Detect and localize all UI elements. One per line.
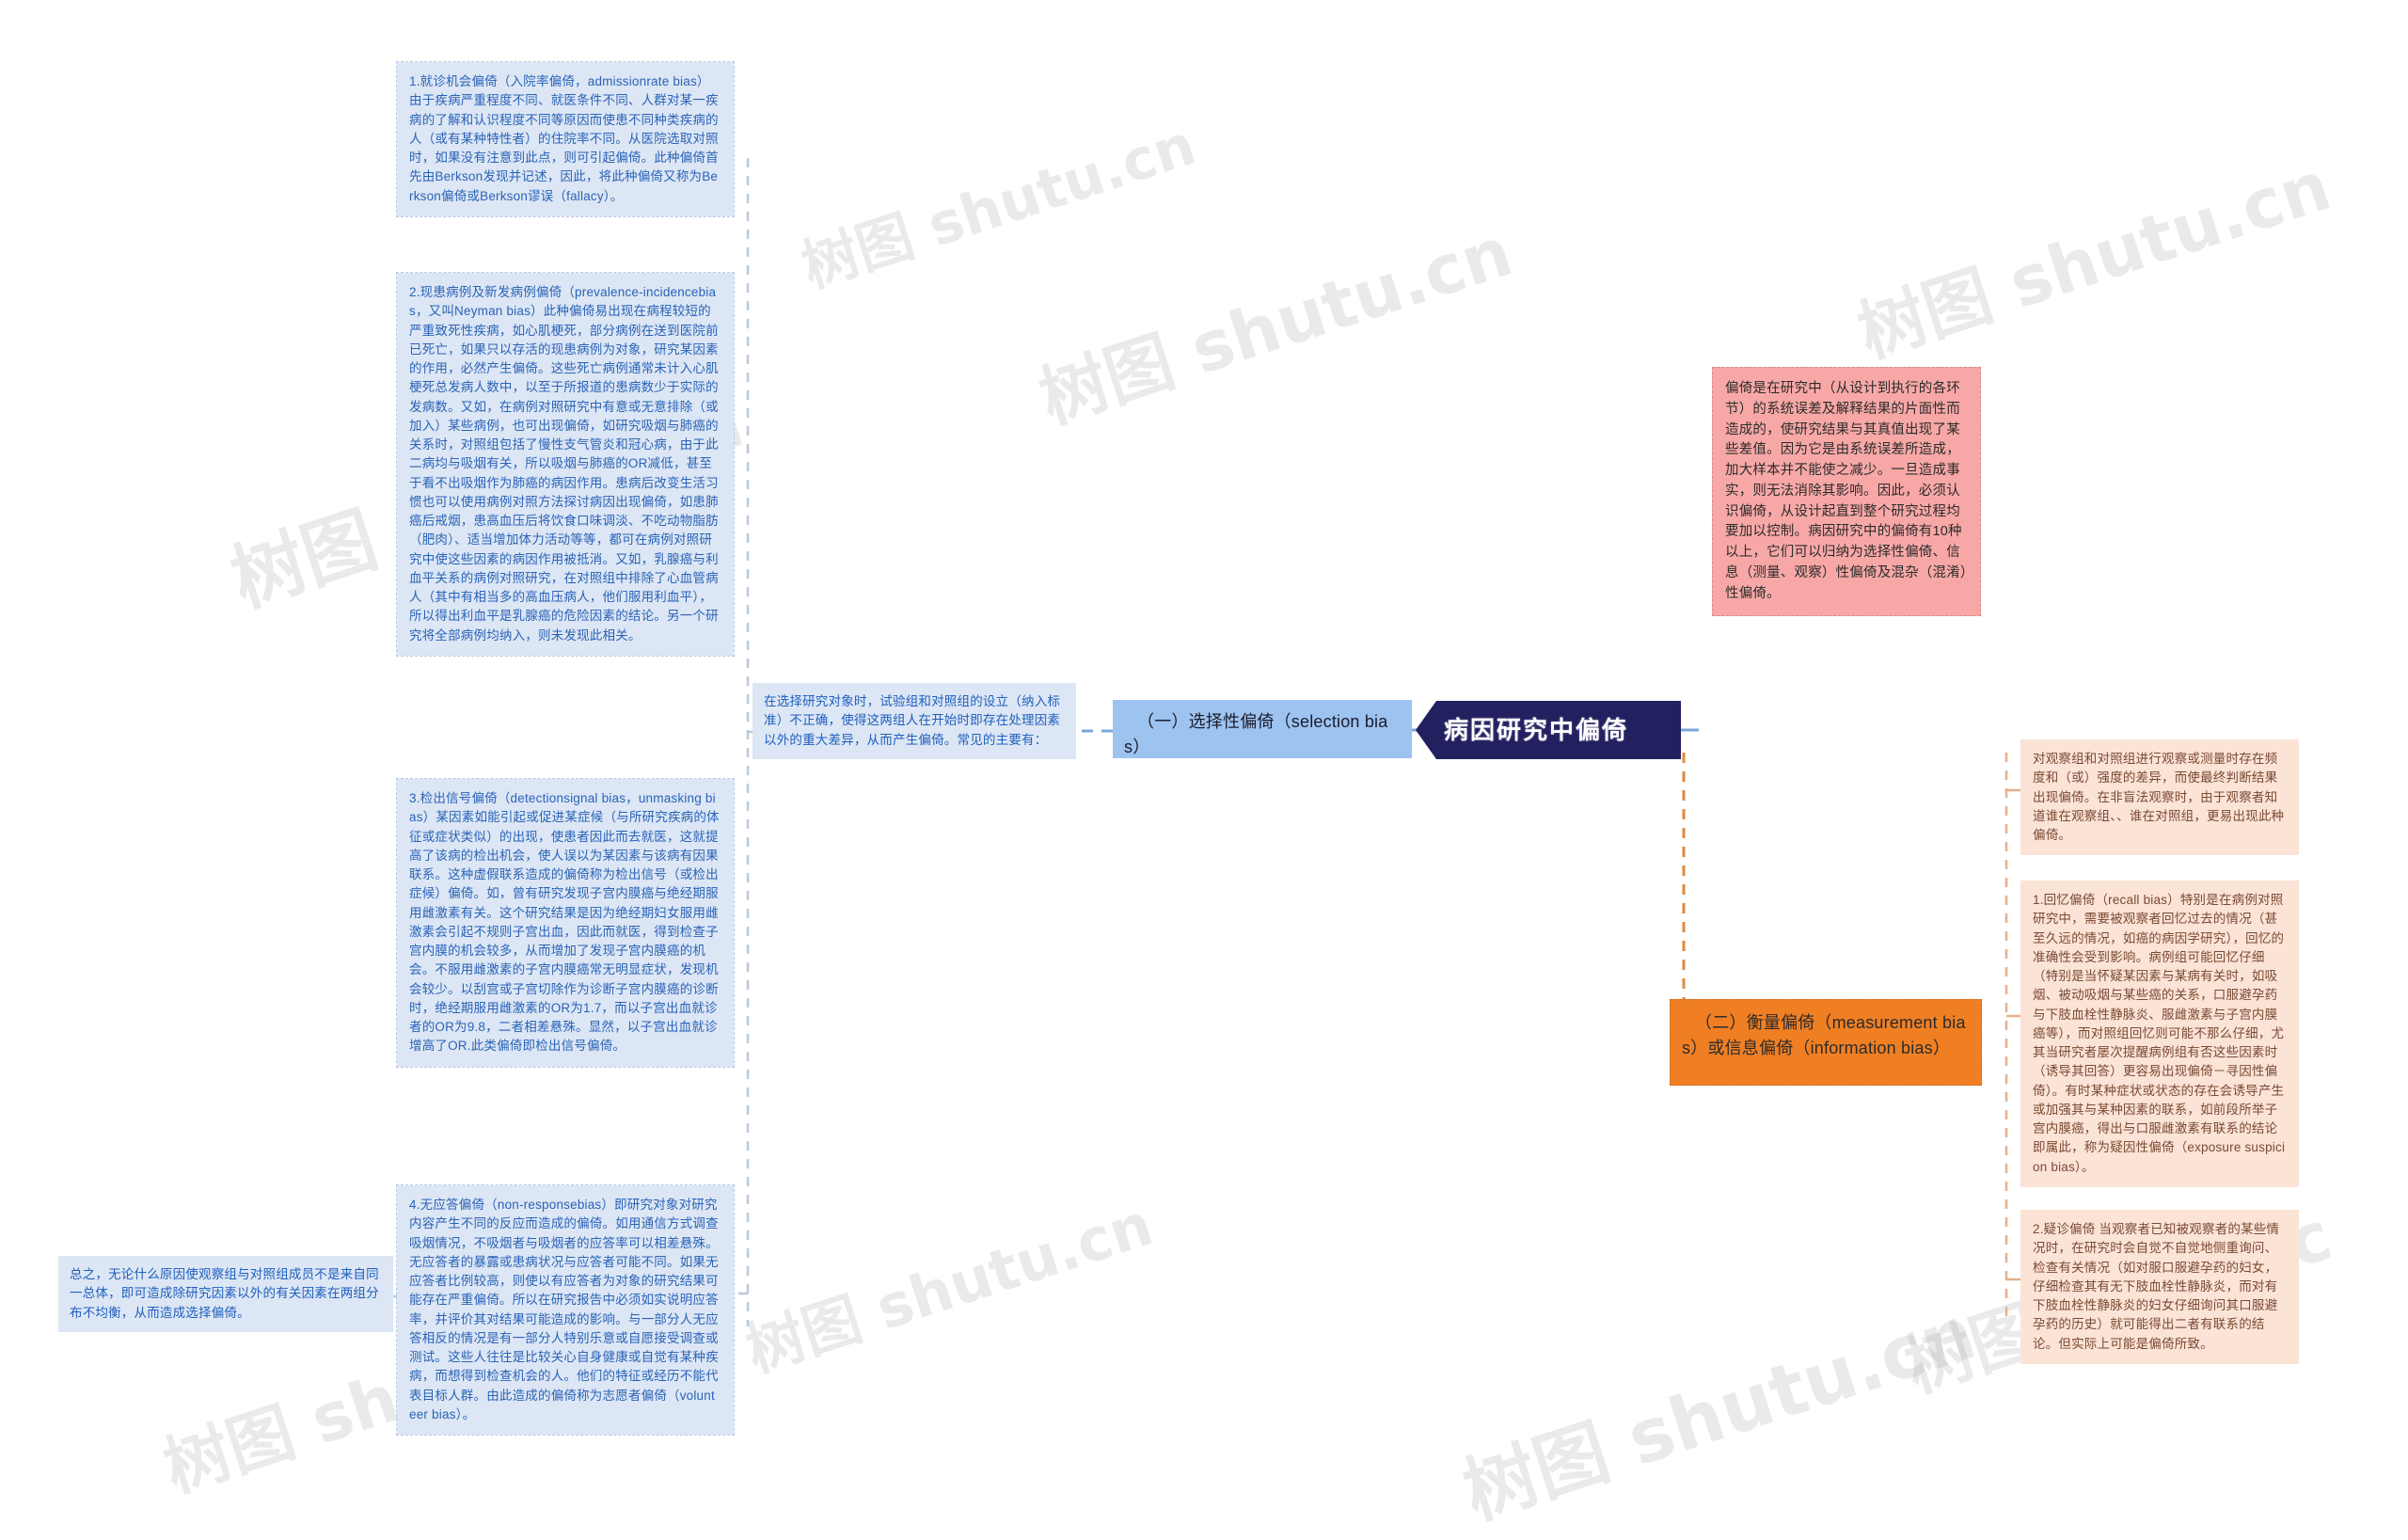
leaf-detection-signal-bias[interactable]: 3.检出信号偏倚（detectionsignal bias，unmasking … (396, 778, 735, 1068)
definition-node[interactable]: 偏倚是在研究中（从设计到执行的各环节）的系统误差及解释结果的片面性而造成的，使研… (1712, 367, 1981, 617)
leaf-recall-bias-text: 1.回忆偏倚（recall bias）特别是在病例对照研究中，需要被观察者回忆过… (2033, 893, 2286, 1174)
leaf-neyman-bias[interactable]: 2.现患病例及新发病例偏倚（prevalence-incidencebias，又… (396, 272, 735, 657)
leaf-non-response-bias[interactable]: 4.无应答偏倚（non-responsebias）即研究对象对研究内容产生不同的… (396, 1184, 735, 1436)
mindmap-canvas: 树图 shutu.cn树图 shutu.cn树图 shutu.cn树图 shut… (0, 0, 2408, 1536)
branch-selection-bias[interactable]: （一）选择性偏倚（selection bias） (1113, 700, 1412, 758)
branch-measurement-bias[interactable]: （二）衡量偏倚（measurement bias）或信息偏倚（informati… (1670, 999, 1982, 1086)
leaf-admission-rate-bias-text: 1.就诊机会偏倚（入院率偏倚，admissionrate bias）由于疾病严重… (409, 74, 719, 203)
branch-selection-bias-label: （一）选择性偏倚（selection bias） (1124, 712, 1388, 756)
measurement-lead-label: 对观察组和对照组进行观察或测量时存在频度和（或）强度的差异，而使最终判断结果出现… (2033, 752, 2285, 842)
leaf-admission-rate-bias[interactable]: 1.就诊机会偏倚（入院率偏倚，admissionrate bias）由于疾病严重… (396, 61, 735, 217)
leaf-neyman-bias-text: 2.现患病例及新发病例偏倚（prevalence-incidencebias，又… (409, 285, 719, 643)
selection-summary-text: 总之，无论什么原因使观察组与对照组成员不是来自同一总体，即可造成除研究因素以外的… (70, 1267, 379, 1320)
branch-measurement-bias-label: （二）衡量偏倚（measurement bias）或信息偏倚（informati… (1682, 1013, 1966, 1057)
root-node[interactable]: 病因研究中偏倚 (1416, 701, 1681, 759)
selection-lead-label: 在选择研究对象时，试验组和对照组的设立（纳入标准）不正确，使得这两组人在开始时即… (764, 694, 1061, 747)
root-label: 病因研究中偏倚 (1444, 715, 1629, 744)
measurement-lead-text: 对观察组和对照组进行观察或测量时存在频度和（或）强度的差异，而使最终判断结果出现… (2020, 739, 2299, 856)
leaf-diagnostic-suspicion-bias[interactable]: 2.疑诊偏倚 当观察者已知被观察者的某些情况时，在研究时会自觉不自觉地侧重询问、… (2020, 1210, 2299, 1364)
selection-summary[interactable]: 总之，无论什么原因使观察组与对照组成员不是来自同一总体，即可造成除研究因素以外的… (58, 1256, 393, 1332)
leaf-diagnostic-suspicion-bias-text: 2.疑诊偏倚 当观察者已知被观察者的某些情况时，在研究时会自觉不自觉地侧重询问、… (2033, 1222, 2280, 1351)
leaf-detection-signal-bias-text: 3.检出信号偏倚（detectionsignal bias，unmasking … (409, 791, 720, 1054)
definition-text: 偏倚是在研究中（从设计到执行的各环节）的系统误差及解释结果的片面性而造成的，使研… (1725, 381, 1968, 601)
leaf-recall-bias[interactable]: 1.回忆偏倚（recall bias）特别是在病例对照研究中，需要被观察者回忆过… (2020, 881, 2299, 1187)
selection-lead-text: 在选择研究对象时，试验组和对照组的设立（纳入标准）不正确，使得这两组人在开始时即… (752, 683, 1076, 759)
leaf-non-response-bias-text: 4.无应答偏倚（non-responsebias）即研究对象对研究内容产生不同的… (409, 1198, 719, 1421)
